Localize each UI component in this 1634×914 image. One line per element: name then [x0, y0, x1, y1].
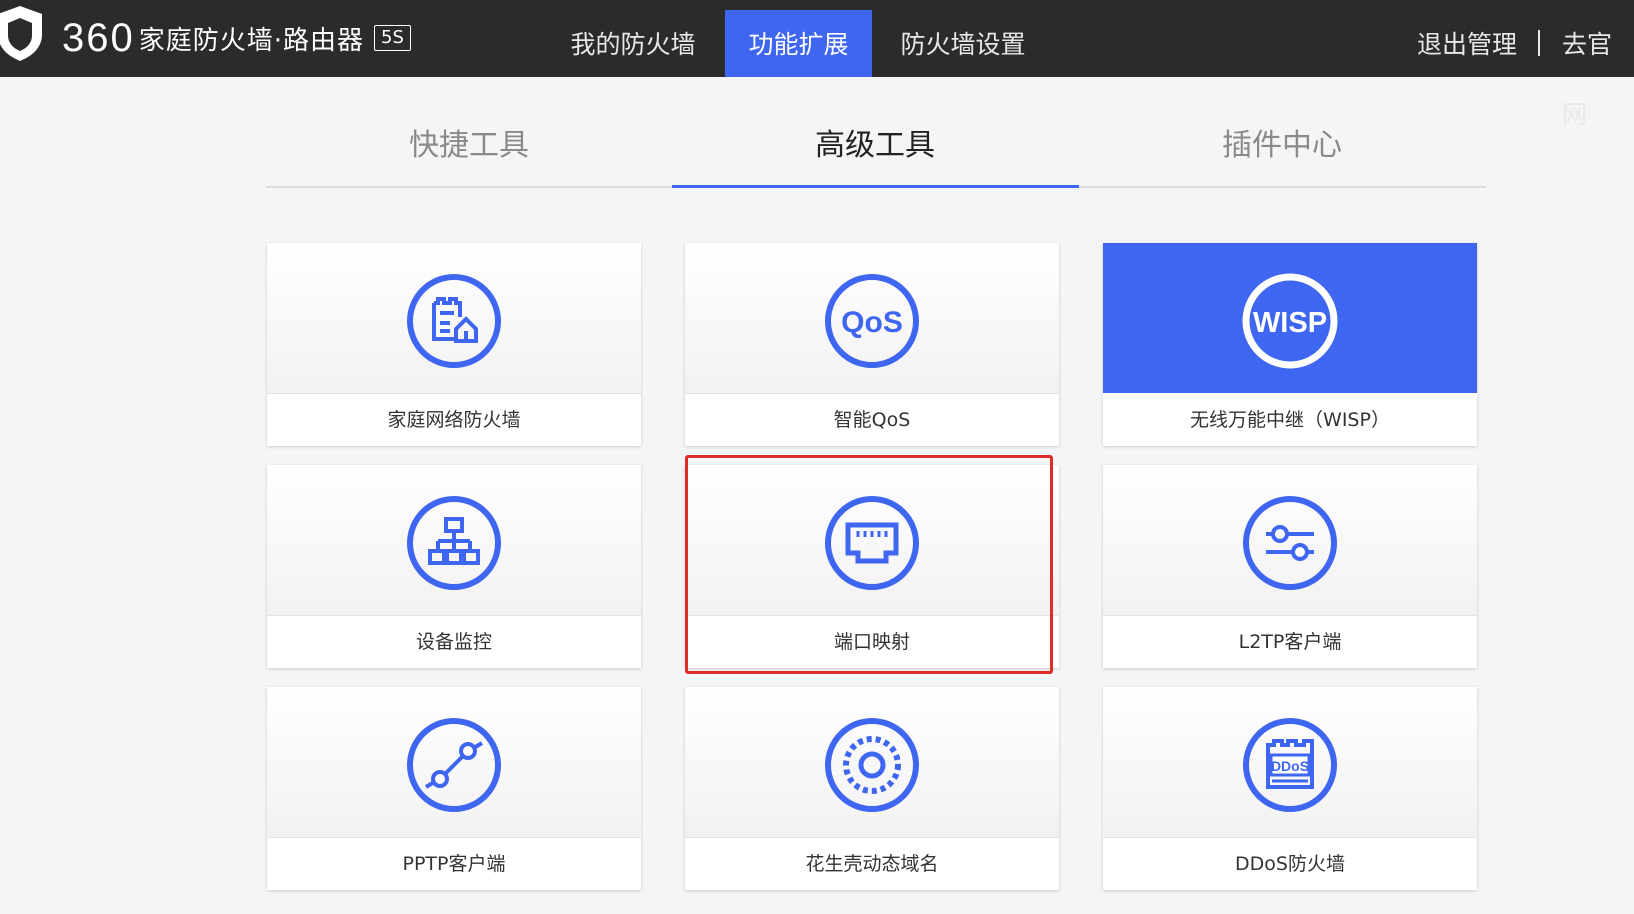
tool-category-tabs: 快捷工具 高级工具 插件中心 — [266, 110, 1486, 188]
tool-card-home-firewall[interactable]: 家庭网络防火墙 — [267, 243, 641, 446]
svg-text:QoS: QoS — [841, 306, 903, 339]
tool-label: DDoS防火墙 — [1235, 853, 1345, 875]
tool-card-wisp[interactable]: WISP 无线万能中继（WISP） — [1103, 243, 1477, 446]
active-tab-indicator — [672, 185, 1079, 188]
brand-number: 360 — [62, 15, 135, 60]
tool-card-pptp-client[interactable]: PPTP客户端 — [267, 687, 641, 890]
shield-logo-icon — [0, 6, 42, 61]
tool-label: 设备监控 — [415, 631, 492, 653]
tab-plugin-center[interactable]: 插件中心 — [1079, 110, 1485, 186]
link-nodes-icon — [407, 718, 501, 812]
selection-highlight-border — [685, 455, 1053, 674]
nav-firewall-settings[interactable]: 防火墙设置 — [890, 10, 1036, 77]
brand-text: 家庭防火墙·路由器 — [138, 25, 365, 56]
tab-advanced-tools[interactable]: 高级工具 — [672, 110, 1078, 186]
model-badge: 5S — [374, 25, 411, 51]
sliders-icon — [1243, 496, 1337, 590]
qos-icon: QoS — [825, 274, 919, 368]
tool-card-smart-qos[interactable]: QoS 智能QoS — [685, 243, 1059, 446]
dotted-ring-icon — [825, 718, 919, 812]
nav-my-firewall[interactable]: 我的防火墙 — [560, 10, 706, 77]
svg-text:WISP: WISP — [1253, 307, 1327, 339]
tool-label: 智能QoS — [833, 409, 911, 431]
tool-label: 家庭网络防火墙 — [387, 409, 521, 431]
tool-label: 无线万能中继（WISP） — [1190, 409, 1390, 431]
official-site-link[interactable]: 去官网 — [1562, 10, 1634, 129]
nav-feature-extension[interactable]: 功能扩展 — [725, 10, 872, 77]
logout-link[interactable]: 退出管理 — [1417, 10, 1517, 77]
home-firewall-icon — [407, 274, 501, 368]
tool-label: 花生壳动态域名 — [805, 853, 939, 875]
tool-card-oray-ddns[interactable]: 花生壳动态域名 — [685, 687, 1059, 890]
tool-card-ddos-firewall[interactable]: DDoS DDoS防火墙 — [1103, 687, 1477, 890]
ddos-firewall-icon: DDoS — [1243, 718, 1337, 812]
tool-card-device-monitor[interactable]: 设备监控 — [267, 465, 641, 668]
tool-card-l2tp-client[interactable]: L2TP客户端 — [1103, 465, 1477, 668]
wisp-icon: WISP — [1242, 273, 1338, 369]
top-navigation-bar: 360 家庭防火墙·路由器 5S 我的防火墙 功能扩展 防火墙设置 退出管理 去… — [0, 0, 1634, 129]
brand-title: 360 家庭防火墙·路由器 5S — [62, 15, 411, 60]
nav-divider — [1538, 30, 1540, 56]
svg-text:DDoS: DDoS — [1271, 758, 1309, 774]
tool-label: PPTP客户端 — [402, 853, 506, 875]
tab-quick-tools[interactable]: 快捷工具 — [266, 110, 672, 186]
tool-label: L2TP客户端 — [1238, 631, 1342, 653]
device-network-icon — [407, 496, 501, 590]
